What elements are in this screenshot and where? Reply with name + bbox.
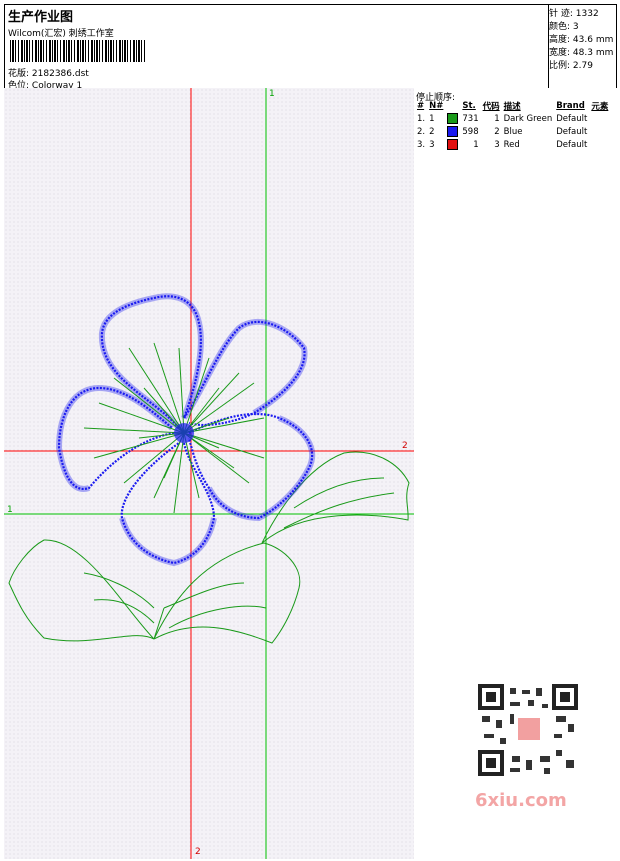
stat-stitches: 针 迹: 1332 (549, 9, 599, 19)
design-canvas: 1 1 2 2 (4, 88, 416, 859)
col-header-brand: Brand (556, 101, 585, 111)
stat-width: 宽度: 48.3 mm (549, 48, 614, 58)
green-v-axis-label: 1 (269, 89, 275, 99)
col-header-needle: N# (429, 101, 444, 111)
embroidery-preview (4, 88, 415, 859)
col-header-code: 代码 (482, 102, 500, 112)
col-header-element: 元素 (591, 102, 609, 112)
color-swatch (447, 113, 459, 124)
table-row: 1. 1 731 1 Dark Green Default (417, 113, 588, 124)
stat-ratio: 比例: 2.79 (549, 61, 593, 71)
col-header-index: # (417, 101, 425, 111)
stop-sequence-table: # N# St. 代码 描述 Brand 元素 1. 1 731 1 Dark … (415, 100, 610, 151)
barcode (10, 40, 146, 62)
color-swatch (447, 126, 459, 137)
stat-colors: 颜色: 3 (549, 22, 579, 32)
table-row: 3. 3 1 3 Red Default (417, 139, 588, 150)
stop-sequence-header-row: # N# St. 代码 描述 Brand 元素 (415, 100, 610, 112)
qr-code-image (478, 684, 578, 776)
stats-panel: 针 迹: 1332 颜色: 3 高度: 43.6 mm 宽度: 48.3 mm … (547, 4, 617, 90)
color-swatch (447, 139, 459, 150)
col-header-description: 描述 (503, 102, 521, 112)
green-h-axis-label: 1 (7, 505, 13, 515)
flower-center (174, 423, 194, 443)
header-panel: 生产作业图 Wilcom(汇宏) 刺绣工作室 花版: 2182386.dst 色… (4, 4, 549, 91)
sheet-title: 生产作业图 (8, 10, 74, 25)
red-v-axis-label: 2 (195, 847, 201, 857)
col-header-swatch (445, 100, 460, 112)
table-row: 2. 2 598 2 Blue Default (417, 126, 588, 137)
red-h-axis-label: 2 (402, 441, 408, 451)
stat-height: 高度: 43.6 mm (549, 35, 614, 45)
studio-name: Wilcom(汇宏) 刺绣工作室 (8, 29, 114, 39)
watermark-text: 6xiu.com (475, 790, 567, 811)
col-header-stitches: St. (462, 101, 476, 111)
